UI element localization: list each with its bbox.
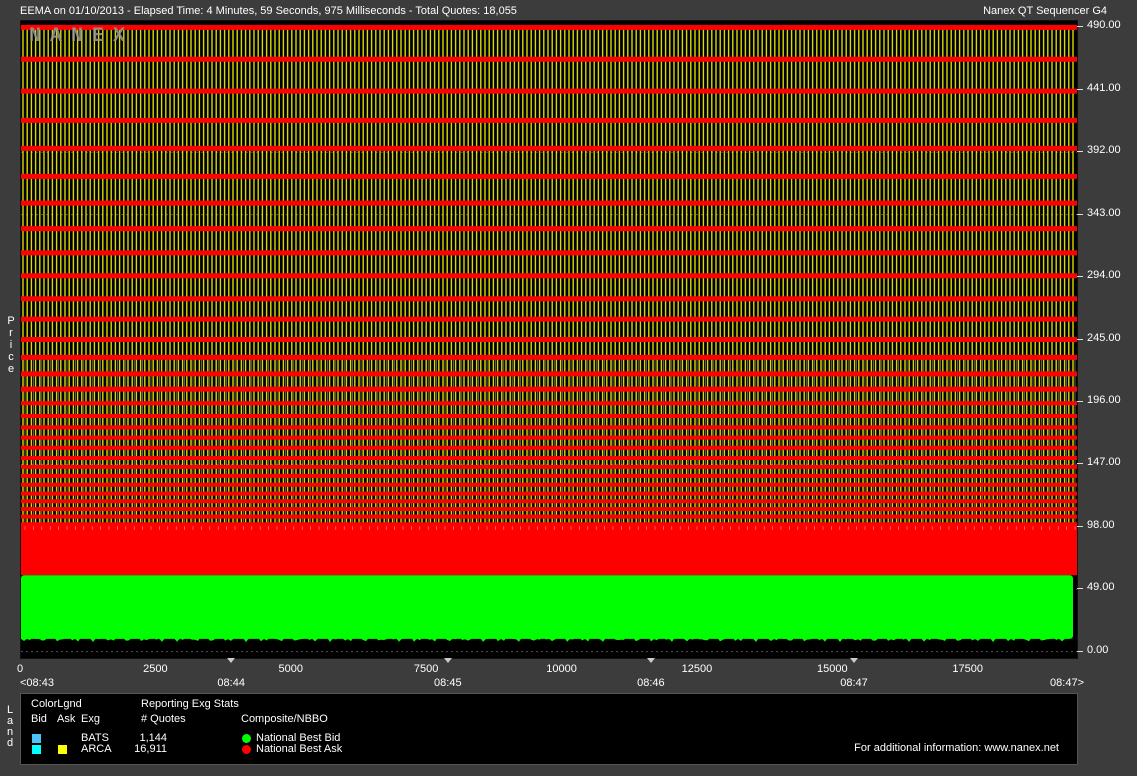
x-tick-label: 10000 [546,663,577,675]
y-tick-mark [1077,588,1083,590]
y-tick-label: 98.00 [1087,518,1115,531]
y-tick-mark [1077,650,1083,652]
reporting-label: Reporting Exg Stats [141,698,239,710]
time-marker [849,658,858,663]
composite-label: Composite/NBBO [241,713,328,725]
x-tick-label: 7500 [413,663,439,675]
y-tick-label: 441.00 [1087,81,1121,94]
bid-band [21,575,1073,639]
info-text: For additional information: www.nanex.ne… [854,742,1059,754]
plot-area[interactable]: NANEX [20,20,1078,659]
color-legend-label: ColorLgnd [31,698,82,710]
y-tick-mark [1077,463,1083,465]
y-tick-mark [1077,400,1083,402]
time-label: 08:45 [434,677,462,689]
y-tick-label: 147.00 [1087,456,1121,469]
arca-bid-swatch [32,745,41,754]
app-name: Nanex QT Sequencer G4 [983,5,1107,17]
legend-side-label: Land [6,704,14,749]
best-ask-label: National Best Ask [256,743,343,755]
time-label: 08:46 [637,677,665,689]
plot-svg [21,24,1077,653]
col-exg-label: Exg [81,713,100,725]
time-marker [227,658,236,663]
x-tick-label: 17500 [952,663,983,675]
x-axis: 0 2500 5000 7500 10000 12500 15000 17500 <08:43 0… [16,658,1090,690]
y-tick-mark [1077,26,1083,28]
y-tick-mark [1077,213,1083,215]
x-tick-label: 15000 [817,663,848,675]
y-axis-label: Price [7,315,15,375]
y-tick-label: 294.00 [1087,269,1121,282]
y-tick-mark [1077,338,1083,340]
time-label: 08:47> [1050,677,1084,689]
time-marker [646,658,655,663]
y-tick-label: 343.00 [1087,206,1121,219]
y-tick-mark [1077,88,1083,90]
nanex-watermark: NANEX [29,25,135,48]
bats-bid-swatch [32,734,41,743]
bid-band-edge [21,632,1073,643]
time-marker [443,658,452,663]
best-bid-dot [242,734,251,743]
exchange-name-arca: ARCA [81,743,112,755]
exchange-quotes-arca: 16,911 [134,743,167,755]
y-axis: 0.00 49.00 98.00 147.00 196.00 245.00 294.00 34… [1077,19,1137,660]
y-tick-label: 49.00 [1087,581,1115,594]
y-tick-label: 0.00 [1087,643,1109,656]
best-ask-dot [242,745,251,754]
y-tick-mark [1077,151,1083,153]
x-tick-label: 5000 [278,663,304,675]
y-tick-label: 196.00 [1087,393,1121,406]
quotes-header: # Quotes [141,713,186,725]
chart-title: EEMA on 01/10/2013 - Elapsed Time: 4 Min… [20,5,517,17]
x-tick-label: 0 [16,663,24,675]
col-ask-label: Ask [57,713,76,725]
y-tick-label: 392.00 [1087,144,1121,157]
time-label: 08:44 [217,677,245,689]
y-tick-label: 245.00 [1087,331,1121,344]
x-tick-label: 2500 [143,663,168,675]
legend-panel: ColorLgnd Bid Ask Exg Reporting Exg Stat… [20,693,1078,765]
y-tick-mark [1077,276,1083,278]
arca-ask-swatch [58,745,67,754]
col-bid-label: Bid [31,713,47,725]
time-label: 08:47 [840,677,868,689]
time-label: <08:43 [20,677,54,689]
x-tick-label: 12500 [681,663,713,675]
y-tick-label: 490.00 [1087,19,1121,32]
y-tick-mark [1077,525,1083,527]
